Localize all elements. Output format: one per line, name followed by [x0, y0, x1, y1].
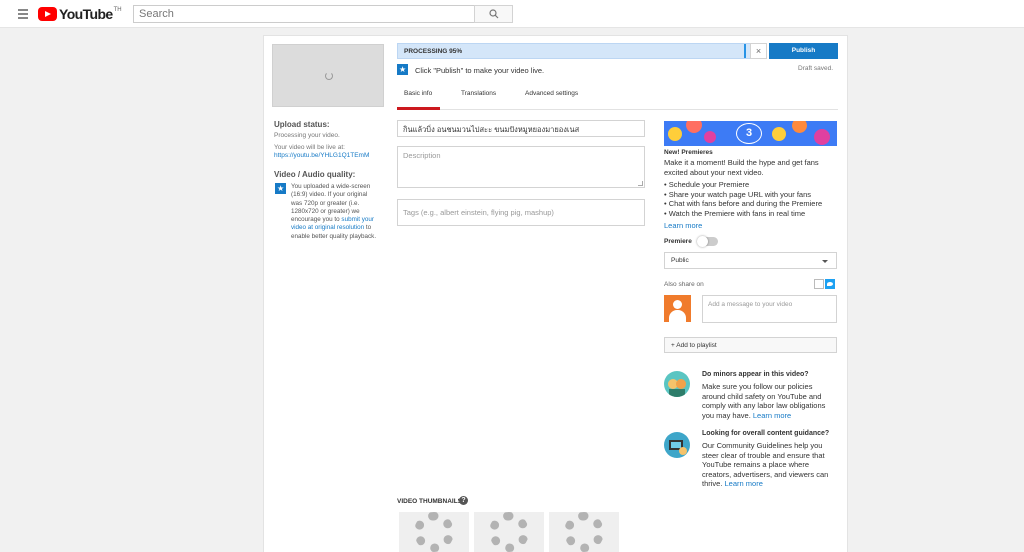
- star-icon: [397, 64, 408, 75]
- processing-progress-bar: PROCESSING 95%: [397, 43, 761, 59]
- tab-advanced-settings[interactable]: Advanced settings: [525, 90, 578, 97]
- tip-body-guidance: Our Community Guidelines help you steer …: [702, 441, 834, 489]
- masthead: YouTube TH Search: [0, 0, 1024, 28]
- description-placeholder: Description: [403, 151, 441, 160]
- logo-text: YouTube: [59, 6, 113, 22]
- illustration-shape: [668, 127, 682, 141]
- processing-label: PROCESSING 95%: [404, 48, 463, 55]
- tip-text: Our Community Guidelines help you steer …: [702, 441, 829, 488]
- chevron-down-icon: [822, 260, 828, 263]
- upload-card: Upload status: Processing your video. Yo…: [263, 35, 848, 552]
- illustration-shape: [792, 121, 807, 133]
- tip-learn-more-link[interactable]: Learn more: [725, 479, 763, 488]
- loading-icon: [414, 512, 454, 552]
- list-item: • Chat with fans before and during the P…: [664, 199, 823, 208]
- loading-icon: [489, 512, 529, 552]
- illustration-shape: [814, 129, 830, 145]
- list-item: • Schedule your Premiere: [664, 180, 750, 189]
- premieres-feature-list: • Schedule your Premiere • Share your wa…: [664, 180, 822, 218]
- thumbnail-option[interactable]: [399, 512, 469, 552]
- tab-basic-info[interactable]: Basic info: [404, 90, 432, 97]
- premieres-title: New! Premieres: [664, 149, 713, 156]
- tab-translations[interactable]: Translations: [461, 90, 496, 97]
- illustration-shape: [704, 131, 716, 143]
- resize-handle[interactable]: [638, 181, 643, 186]
- youtube-logo[interactable]: YouTube TH: [38, 6, 122, 22]
- illustration-shape: [772, 127, 786, 141]
- title-field[interactable]: กินแล้วบิ่ง อนชนมวนไปสะะ ขนมปังหมูหยองมา…: [397, 120, 645, 137]
- countdown-number: 3: [736, 123, 762, 144]
- video-thumbnails-title: VIDEO THUMBNAILS: [397, 498, 462, 505]
- help-icon[interactable]: ?: [459, 496, 468, 505]
- add-to-playlist-button[interactable]: + Add to playlist: [664, 337, 837, 353]
- twitter-icon[interactable]: [825, 279, 835, 289]
- search-button[interactable]: [474, 5, 513, 23]
- active-tab-indicator: [397, 107, 440, 110]
- thumbnail-option[interactable]: [549, 512, 619, 552]
- tabs-divider: [397, 109, 838, 110]
- video-quality-message: You uploaded a wide-screen (16:9) video.…: [291, 183, 379, 241]
- avatar: [664, 295, 691, 322]
- publish-button[interactable]: Publish: [769, 43, 838, 59]
- privacy-selected-value: Public: [671, 257, 689, 264]
- search-icon: [489, 9, 499, 19]
- illustration-shape: [686, 121, 702, 133]
- tip-title-minors: Do minors appear in this video?: [702, 371, 809, 378]
- video-preview: [272, 44, 384, 107]
- cancel-upload-button[interactable]: ×: [750, 43, 767, 59]
- live-at-label: Your video will be live at:: [274, 144, 345, 151]
- star-icon: [275, 183, 286, 194]
- premieres-banner: 3: [664, 121, 837, 146]
- tip-learn-more-link[interactable]: Learn more: [753, 411, 791, 420]
- description-field[interactable]: Description: [397, 146, 645, 188]
- youtube-play-icon: [38, 7, 57, 21]
- loading-spinner-icon: [325, 72, 333, 80]
- tip-body-minors: Make sure you follow our policies around…: [702, 382, 834, 420]
- video-url-link[interactable]: https://youtu.be/YHLG1Q1TEmM: [274, 152, 369, 159]
- also-share-label: Also share on: [664, 281, 704, 288]
- progress-marker: [744, 44, 746, 58]
- premieres-text: Make it a moment! Build the hype and get…: [664, 158, 819, 177]
- list-item: • Watch the Premiere with fans in real t…: [664, 208, 806, 218]
- privacy-dropdown[interactable]: Public: [664, 252, 837, 269]
- upload-status-title: Upload status:: [274, 120, 330, 129]
- content-guidance-illustration-icon: [664, 432, 690, 458]
- tip-title-guidance: Looking for overall content guidance?: [702, 430, 830, 437]
- tags-field[interactable]: Tags (e.g., albert einstein, flying pig,…: [397, 199, 645, 226]
- publish-tip: Click "Publish" to make your video live.: [415, 66, 545, 75]
- search-input[interactable]: Search: [133, 5, 475, 23]
- video-audio-quality-title: Video / Audio quality:: [274, 170, 356, 179]
- hamburger-menu-icon[interactable]: [18, 9, 28, 19]
- thumbnail-option[interactable]: [474, 512, 544, 552]
- upload-status-text: Processing your video.: [274, 132, 340, 139]
- premiere-toggle[interactable]: [697, 236, 718, 247]
- draft-saved-status: Draft saved.: [798, 65, 834, 72]
- loading-icon: [564, 512, 604, 552]
- share-message-field[interactable]: Add a message to your video: [702, 295, 837, 323]
- share-checkbox[interactable]: [814, 279, 824, 289]
- logo-region: TH: [113, 7, 122, 13]
- child-safety-illustration-icon: [664, 371, 690, 397]
- premiere-toggle-label: Premiere: [664, 238, 692, 245]
- premieres-learn-more-link[interactable]: Learn more: [664, 221, 702, 230]
- list-item: • Share your watch page URL with your fa…: [664, 189, 812, 199]
